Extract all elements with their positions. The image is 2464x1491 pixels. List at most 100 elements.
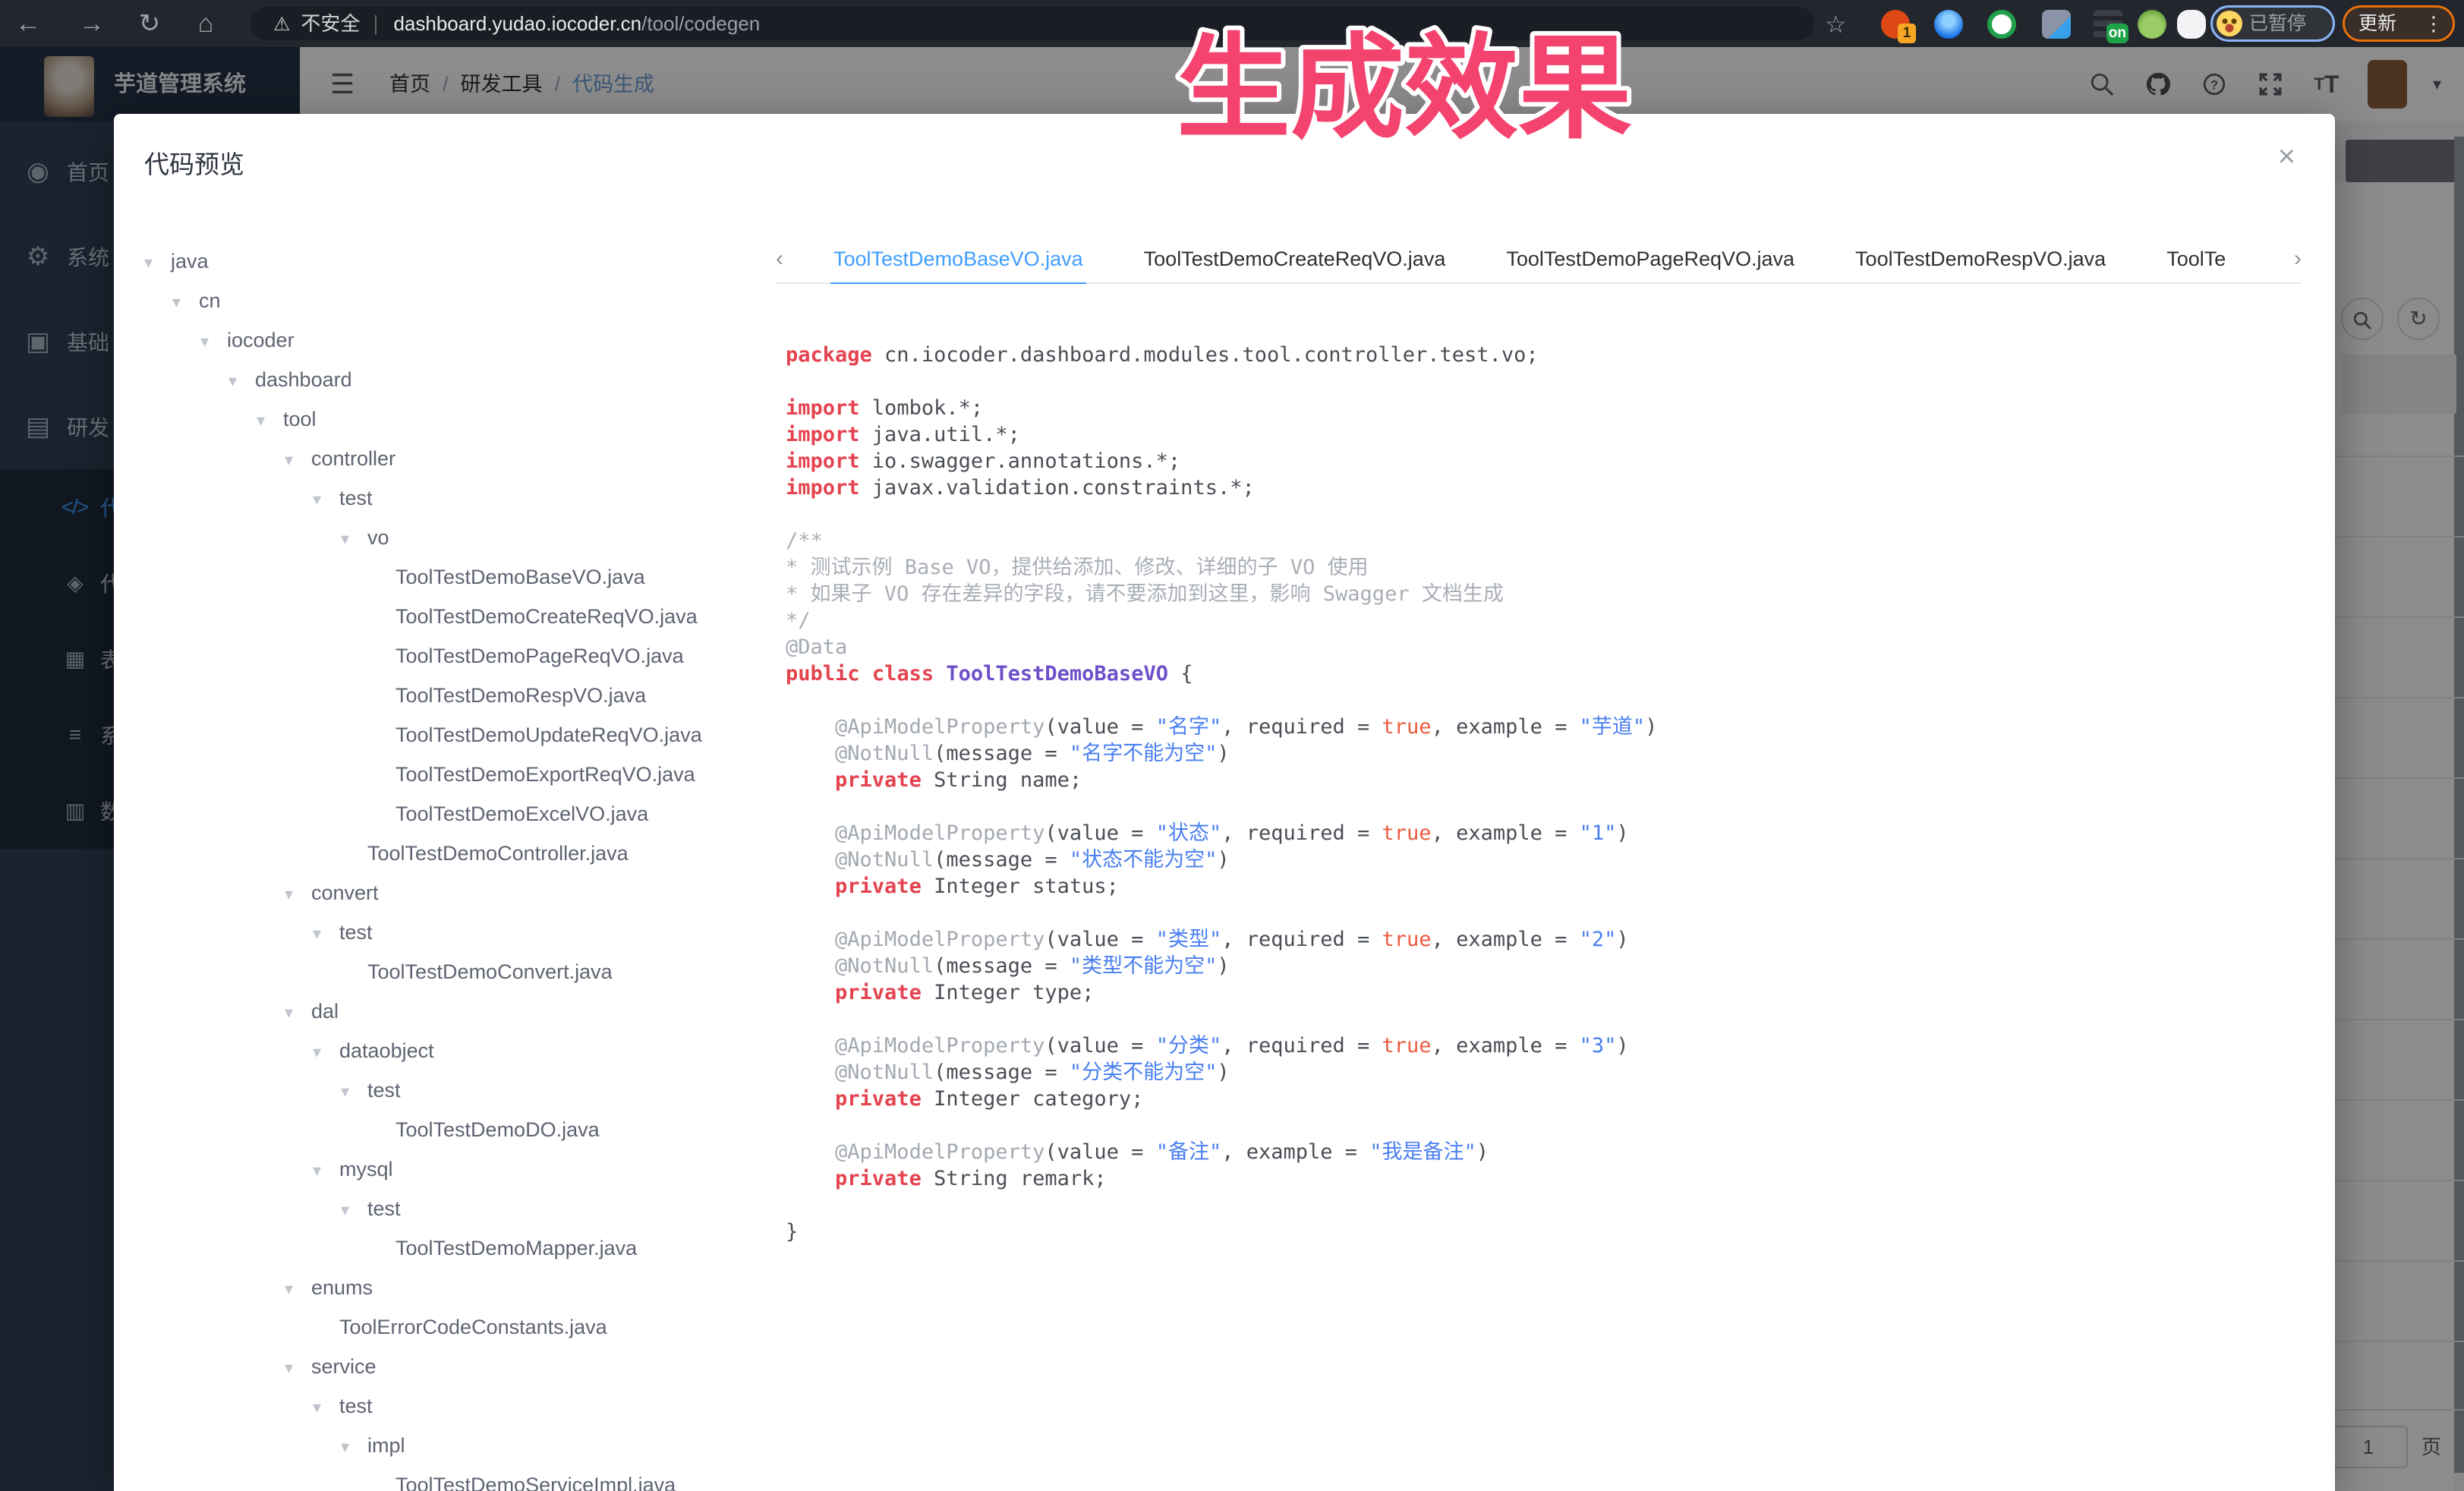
tree-node-label: mysql bbox=[339, 1158, 393, 1181]
code-token: , example = bbox=[1432, 715, 1580, 739]
code-token: javax.validation.constraints.*; bbox=[860, 476, 1255, 500]
code-token: "类型" bbox=[1156, 928, 1222, 951]
tree-node[interactable]: ToolTestDemoConvert.java bbox=[129, 952, 767, 991]
code-token: private bbox=[835, 981, 922, 1004]
code-token: import bbox=[786, 396, 860, 420]
tree-node[interactable]: ToolTestDemoController.java bbox=[129, 834, 767, 873]
tree-node[interactable]: ▾test bbox=[129, 1386, 767, 1426]
tree-node[interactable]: ToolTestDemoExportReqVO.java bbox=[129, 755, 767, 794]
code-line: @NotNull(message = "分类不能为空") bbox=[786, 1059, 2319, 1086]
tree-node[interactable]: ▾controller bbox=[129, 439, 767, 478]
tree-node[interactable]: ▾dashboard bbox=[129, 360, 767, 399]
tree-node[interactable]: ToolTestDemoBaseVO.java bbox=[129, 557, 767, 597]
caret-down-icon[interactable]: ▾ bbox=[341, 1190, 367, 1230]
code-token bbox=[786, 715, 835, 739]
tree-node-label: ToolTestDemoMapper.java bbox=[395, 1237, 637, 1259]
file-tab[interactable]: ToolTestDemoPageReqVO.java bbox=[1476, 237, 1825, 284]
tree-node[interactable]: ToolTestDemoPageReqVO.java bbox=[129, 636, 767, 676]
tree-node-label: ToolTestDemoExportReqVO.java bbox=[395, 763, 695, 786]
tabs-next-icon[interactable]: › bbox=[2294, 237, 2302, 284]
close-icon[interactable]: × bbox=[2278, 141, 2295, 172]
extensions-puzzle-icon[interactable] bbox=[2177, 10, 2206, 39]
home-icon[interactable]: ⌂ bbox=[182, 0, 229, 47]
tree-node[interactable]: ▾java bbox=[129, 241, 767, 281]
tree-node[interactable]: ToolTestDemoMapper.java bbox=[129, 1228, 767, 1268]
caret-down-icon[interactable]: ▾ bbox=[313, 480, 339, 519]
code-line: @NotNull(message = "类型不能为空") bbox=[786, 953, 2319, 979]
tree-node[interactable]: ▾test bbox=[129, 1070, 767, 1110]
tree-node[interactable]: ToolTestDemoExcelVO.java bbox=[129, 794, 767, 834]
caret-down-icon[interactable]: ▾ bbox=[341, 1427, 367, 1467]
caret-down-icon[interactable]: ▾ bbox=[228, 361, 255, 401]
code-token: (value = bbox=[1045, 928, 1155, 951]
caret-down-icon[interactable]: ▾ bbox=[313, 1388, 339, 1427]
caret-down-icon[interactable]: ▾ bbox=[200, 322, 227, 361]
tree-node[interactable]: ▾iocoder bbox=[129, 320, 767, 360]
tree-node[interactable]: ▾cn bbox=[129, 281, 767, 320]
caret-down-icon[interactable]: ▾ bbox=[144, 243, 171, 282]
tree-node[interactable]: ToolTestDemoCreateReqVO.java bbox=[129, 597, 767, 636]
browser-update-button[interactable]: 更新 ⋮ bbox=[2343, 5, 2455, 42]
forward-icon[interactable]: → bbox=[68, 0, 115, 47]
code-token: "3" bbox=[1580, 1034, 1617, 1058]
tree-node[interactable]: ▾enums bbox=[129, 1268, 767, 1307]
tree-node[interactable]: ToolTestDemoRespVO.java bbox=[129, 676, 767, 715]
extension-icon[interactable] bbox=[2138, 10, 2166, 39]
tree-node[interactable]: ▾convert bbox=[129, 873, 767, 913]
code-token: java.util.*; bbox=[860, 423, 1020, 446]
caret-down-icon[interactable]: ▾ bbox=[313, 1151, 339, 1190]
tree-node[interactable]: ▾impl bbox=[129, 1426, 767, 1465]
caret-down-icon[interactable]: ▾ bbox=[285, 993, 311, 1032]
tree-node-label: test bbox=[339, 921, 373, 944]
back-icon[interactable]: ← bbox=[5, 0, 52, 47]
extension-icon[interactable]: on bbox=[2094, 10, 2122, 39]
annotation-text: 生成效果 bbox=[1177, 24, 1632, 152]
code-line bbox=[786, 1112, 2319, 1139]
caret-down-icon[interactable]: ▾ bbox=[285, 440, 311, 480]
tree-node[interactable]: ▾vo bbox=[129, 518, 767, 557]
tabs-prev-icon[interactable]: ‹ bbox=[776, 237, 783, 284]
update-label: 更新 bbox=[2358, 8, 2396, 39]
tree-node[interactable]: ▾test bbox=[129, 1189, 767, 1228]
caret-down-icon[interactable]: ▾ bbox=[285, 1269, 311, 1309]
caret-down-icon[interactable]: ▾ bbox=[341, 519, 367, 559]
paused-profile-chip[interactable]: 已暂停 bbox=[2210, 5, 2335, 42]
tree-node[interactable]: ToolErrorCodeConstants.java bbox=[129, 1307, 767, 1347]
tree-node-label: ToolTestDemoConvert.java bbox=[367, 960, 613, 983]
caret-down-icon[interactable]: ▾ bbox=[172, 282, 199, 322]
file-tab[interactable]: ToolTestDemoRespVO.java bbox=[1825, 237, 2136, 284]
browser-menu-icon[interactable]: ⋮ bbox=[2424, 8, 2444, 39]
code-line bbox=[786, 501, 2319, 528]
tree-node[interactable]: ▾test bbox=[129, 913, 767, 952]
tree-node[interactable]: ToolTestDemoUpdateReqVO.java bbox=[129, 715, 767, 755]
extension-icon[interactable] bbox=[1987, 10, 2016, 39]
extension-icon[interactable] bbox=[2042, 10, 2071, 39]
code-line: @ApiModelProperty(value = "分类", required… bbox=[786, 1032, 2319, 1059]
caret-down-icon[interactable]: ▾ bbox=[285, 1348, 311, 1388]
file-tab[interactable]: ToolTe bbox=[2136, 237, 2256, 284]
extension-icon[interactable] bbox=[1934, 10, 1963, 39]
code-token: @ApiModelProperty bbox=[835, 821, 1045, 845]
file-tab[interactable]: ToolTestDemoBaseVO.java bbox=[803, 237, 1114, 284]
tree-node[interactable]: ▾service bbox=[129, 1347, 767, 1386]
caret-down-icon[interactable]: ▾ bbox=[341, 1072, 367, 1111]
tree-node[interactable]: ToolTestDemoDO.java bbox=[129, 1110, 767, 1149]
tree-node[interactable]: ▾test bbox=[129, 478, 767, 518]
code-token: @NotNull bbox=[835, 1061, 934, 1084]
extension-icon[interactable]: 1 bbox=[1881, 10, 1910, 39]
code-token: @Data bbox=[786, 635, 847, 659]
caret-down-icon[interactable]: ▾ bbox=[313, 914, 339, 954]
tree-node[interactable]: ▾mysql bbox=[129, 1149, 767, 1189]
caret-down-icon[interactable]: ▾ bbox=[257, 401, 283, 440]
file-tab[interactable]: ToolTestDemoCreateReqVO.java bbox=[1114, 237, 1476, 284]
tree-node[interactable]: ▾tool bbox=[129, 399, 767, 439]
caret-down-icon[interactable]: ▾ bbox=[313, 1032, 339, 1072]
code-line: @ApiModelProperty(value = "备注", example … bbox=[786, 1139, 2319, 1165]
caret-down-icon[interactable]: ▾ bbox=[285, 875, 311, 914]
tree-node[interactable]: ▾dal bbox=[129, 991, 767, 1031]
tree-node[interactable]: ▾dataobject bbox=[129, 1031, 767, 1070]
reload-icon[interactable]: ↻ bbox=[126, 0, 173, 47]
tree-node[interactable]: ToolTestDemoServiceImpl.java bbox=[129, 1465, 767, 1491]
code-token: import bbox=[786, 449, 860, 473]
code-token: Integer category; bbox=[922, 1087, 1144, 1111]
